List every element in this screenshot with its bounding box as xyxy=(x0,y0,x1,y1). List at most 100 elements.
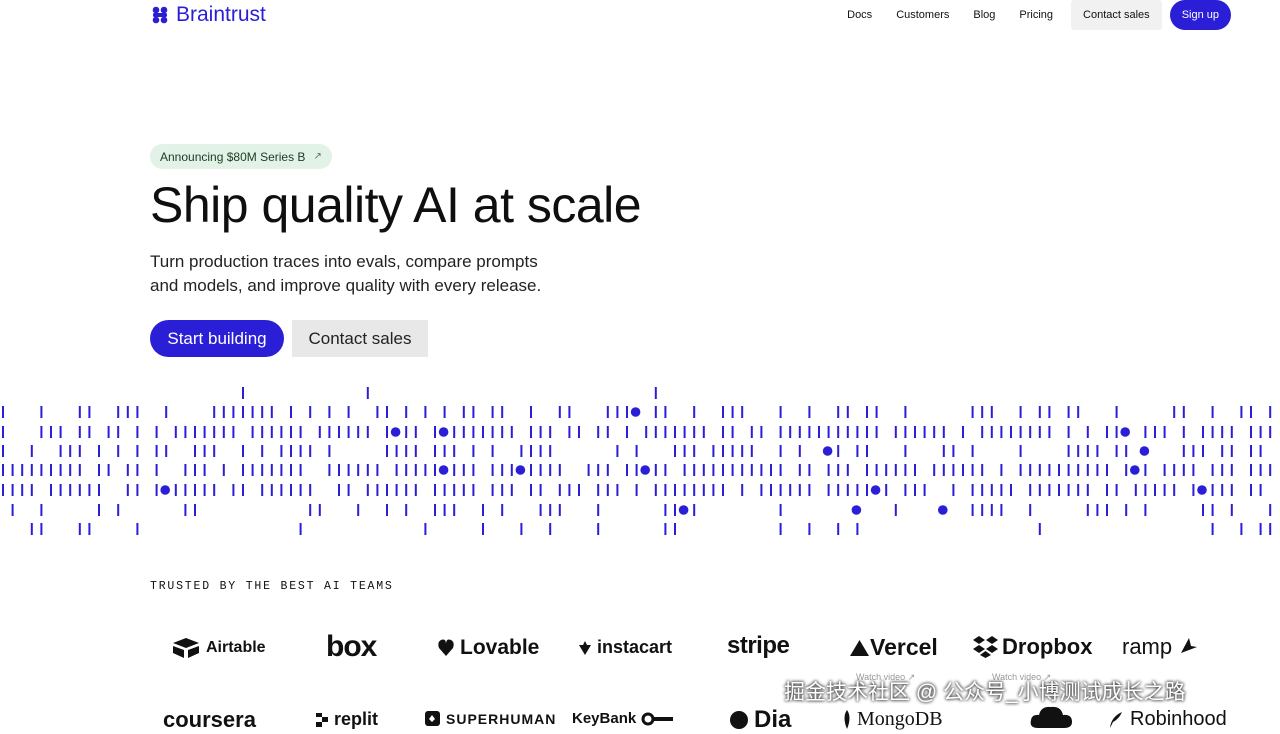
trace-tick xyxy=(827,484,830,496)
trace-tick xyxy=(1029,464,1032,476)
trace-tick xyxy=(482,426,484,438)
trace-tick xyxy=(366,464,369,476)
trace-tick xyxy=(1182,406,1185,418)
trace-tick xyxy=(261,464,264,476)
nav-contact-sales-button[interactable]: Contact sales xyxy=(1071,0,1162,30)
trace-tick xyxy=(1000,426,1003,438)
trace-tick xyxy=(942,464,945,476)
trace-tick xyxy=(491,464,494,476)
instacart-wordmark: instacart xyxy=(597,637,673,657)
trace-tick xyxy=(626,464,628,476)
trace-tick xyxy=(530,426,532,438)
trace-tick xyxy=(779,484,782,496)
trace-tick xyxy=(808,406,811,418)
trace-tick xyxy=(414,484,417,496)
trace-tick xyxy=(251,426,254,438)
trace-tick xyxy=(1115,406,1118,418)
logo-instacart: instacart xyxy=(578,637,672,658)
trace-tick xyxy=(990,484,993,496)
hero-subtitle-line2: and models, and improve quality with eve… xyxy=(150,275,542,295)
nav-blog[interactable]: Blog xyxy=(961,0,1007,30)
trace-tick xyxy=(530,406,532,418)
trace-tick xyxy=(1144,504,1147,516)
logo-dia: Dia xyxy=(729,706,791,734)
trace-tick xyxy=(203,426,206,438)
trace-tick xyxy=(1038,523,1041,535)
nav-pricing[interactable]: Pricing xyxy=(1007,0,1065,30)
brand-logo[interactable]: Braintrust xyxy=(150,3,266,27)
trace-tick xyxy=(971,406,974,418)
trace-dot xyxy=(438,465,449,475)
lovable-heart-icon xyxy=(438,639,454,656)
trace-tick xyxy=(482,523,484,535)
superhuman-wordmark: SUPERHUMAN xyxy=(446,710,557,727)
trace-tick xyxy=(338,484,340,496)
instacart-carrot-icon xyxy=(579,640,591,655)
trace-tick xyxy=(578,426,580,438)
trace-tick xyxy=(501,426,504,438)
trace-tick xyxy=(1067,426,1070,438)
trace-tick xyxy=(222,464,225,476)
ramp-arrow-icon xyxy=(1181,638,1198,653)
trace-tick xyxy=(818,426,820,438)
nav-docs[interactable]: Docs xyxy=(835,0,884,30)
watermark-text: 掘金技术社区 @ 公众号_小博测试成长之路 xyxy=(784,681,1186,704)
trace-tick xyxy=(98,484,100,496)
contact-sales-button[interactable]: Contact sales xyxy=(292,320,428,357)
nav-signup-button[interactable]: Sign up xyxy=(1169,0,1231,30)
announcement-badge[interactable]: Announcing $80M Series B ↗ xyxy=(150,144,332,169)
trace-tick xyxy=(626,406,628,418)
trace-tick xyxy=(2,464,4,476)
trace-tick xyxy=(1211,406,1214,418)
trace-tick xyxy=(933,464,936,476)
trace-tick xyxy=(1096,445,1099,457)
trace-tick xyxy=(232,406,235,418)
trace-tick xyxy=(376,464,379,476)
trace-tick xyxy=(2,406,4,418)
trace-tick xyxy=(904,426,907,438)
trace-tick xyxy=(1010,426,1012,438)
trace-tick xyxy=(242,484,244,496)
trace-tick xyxy=(933,426,936,438)
trace-tick xyxy=(328,426,331,438)
trace-tick xyxy=(155,484,158,496)
trace-tick xyxy=(2,484,4,496)
braintrust-logo-icon xyxy=(152,6,168,24)
trace-dot xyxy=(870,485,881,495)
box-wordmark: box xyxy=(326,630,377,663)
trace-tick xyxy=(40,426,43,438)
trace-tick xyxy=(491,445,494,457)
trace-tick xyxy=(434,464,436,476)
trace-tick xyxy=(357,504,360,516)
lovable-wordmark: Lovable xyxy=(460,636,540,659)
trace-tick xyxy=(414,445,417,457)
trace-tick xyxy=(501,406,504,418)
trace-tick xyxy=(1259,484,1262,496)
trace-tick xyxy=(798,445,801,457)
nav-customers[interactable]: Customers xyxy=(884,0,961,30)
logo-vercel: Vercel xyxy=(849,634,938,661)
trace-tick xyxy=(78,484,81,496)
trace-tick xyxy=(405,426,408,438)
trace-tick xyxy=(1077,484,1080,496)
trace-tick xyxy=(750,426,753,438)
trace-tick xyxy=(194,484,196,496)
trace-tick xyxy=(2,445,4,457)
start-building-button[interactable]: Start building xyxy=(150,320,284,357)
trace-tick xyxy=(981,484,984,496)
trace-tick xyxy=(549,426,552,438)
trace-tick xyxy=(30,523,33,535)
trace-tick xyxy=(69,484,72,496)
trace-tick xyxy=(549,464,552,476)
dia-icon xyxy=(730,711,748,729)
vercel-triangle-icon xyxy=(850,639,869,656)
trace-dot xyxy=(630,407,641,417)
trace-tick xyxy=(1086,445,1089,457)
trace-tick xyxy=(1163,426,1166,438)
trace-tick xyxy=(309,504,312,516)
trace-tick xyxy=(875,426,878,438)
logo-mongodb: MongoDB xyxy=(842,708,943,731)
trace-tick xyxy=(789,426,792,438)
trace-tick xyxy=(1048,464,1051,476)
trace-tick xyxy=(750,445,753,457)
